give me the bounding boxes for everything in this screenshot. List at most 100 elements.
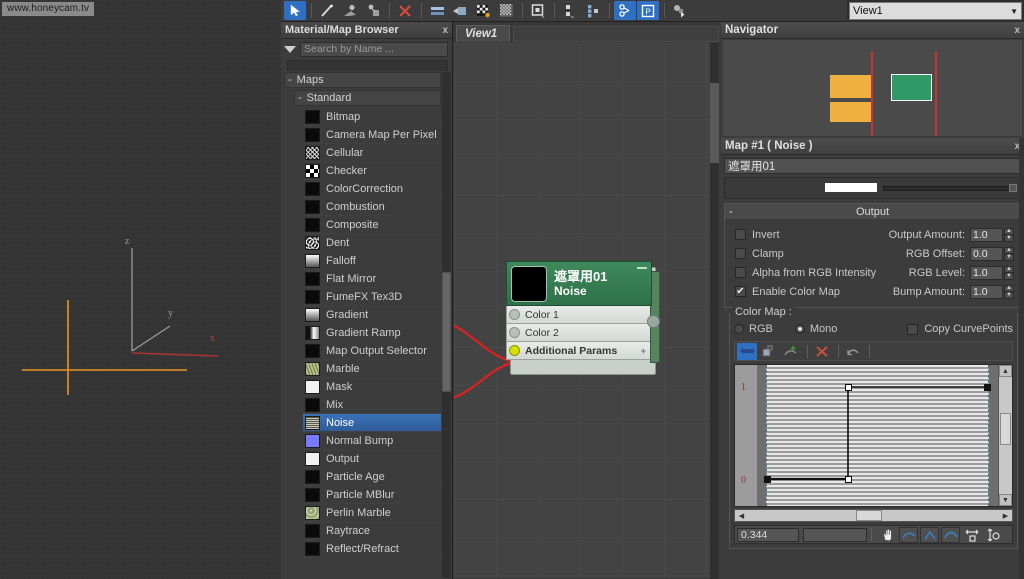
group-toggle-icon[interactable]: - (298, 92, 302, 104)
zoom-region-tool-button[interactable] (899, 526, 918, 543)
delete-wire-tool-button[interactable] (339, 1, 361, 20)
map-list-item[interactable]: Perlin Marble (303, 504, 441, 522)
rgb-level-input[interactable]: 1.0 (970, 265, 1003, 280)
lay-out-children-button[interactable] (559, 1, 581, 20)
navigator-minimap[interactable] (723, 40, 1022, 136)
map-list-item[interactable]: Reflect/Refract (303, 540, 441, 558)
map-list-item[interactable]: Camera Map Per Pixel (303, 126, 441, 144)
output-amount-input[interactable]: 1.0 (970, 227, 1003, 242)
curve-hscroll-thumb[interactable] (856, 510, 882, 521)
scroll-up-icon[interactable]: ▲ (999, 365, 1012, 377)
pan-curve-tool-button[interactable] (878, 527, 897, 543)
zoom-vertical-tool-button[interactable] (983, 527, 1002, 543)
zoom-extents-tool-button[interactable] (941, 526, 960, 543)
curve-value-input[interactable]: 0.344 (737, 527, 799, 542)
map-slider-white-bar[interactable] (825, 183, 877, 192)
close-icon[interactable]: x (1014, 25, 1020, 36)
tab-bar-empty-area[interactable] (513, 26, 719, 42)
invert-checkbox[interactable] (735, 229, 746, 240)
map-list-item[interactable]: Checker (303, 162, 441, 180)
show-in-viewport-button[interactable] (472, 1, 494, 20)
curve-vscroll-thumb[interactable] (1000, 413, 1011, 445)
bump-amount-stepper[interactable]: ▲ ▼ (1004, 284, 1014, 299)
assign-material-button[interactable] (449, 1, 471, 20)
right-panel-scrollbar[interactable] (1019, 138, 1024, 579)
rgb-radio[interactable] (734, 324, 744, 334)
map-slider-area[interactable] (724, 177, 1021, 199)
rgb-offset-stepper[interactable]: ▲ ▼ (1004, 246, 1014, 261)
rgb-offset-input[interactable]: 0.0 (970, 246, 1003, 261)
map-list-item[interactable]: Composite (303, 216, 441, 234)
map-list-item[interactable]: ColorCorrection (303, 180, 441, 198)
search-input[interactable]: Search by Name ... (300, 42, 448, 57)
show-map-background-button[interactable] (495, 1, 517, 20)
map-list-item[interactable]: Cellular (303, 144, 441, 162)
curve-point-1[interactable] (845, 476, 852, 483)
map-list-item[interactable]: Gradient Ramp (303, 324, 441, 342)
alpha-from-rgb-checkbox[interactable] (735, 267, 746, 278)
socket-dot-icon[interactable] (509, 345, 520, 356)
zoom-horizontal-tool-button[interactable] (962, 527, 981, 543)
curve-point-0[interactable] (764, 476, 771, 483)
socket-dot-icon[interactable] (509, 309, 520, 320)
show-parameters-button[interactable]: P (637, 1, 659, 20)
reset-curve-tool-button[interactable] (843, 343, 863, 360)
map-list-item[interactable]: Output (303, 450, 441, 468)
map-list-item[interactable]: Normal Bump (303, 432, 441, 450)
show-shaded-preview-button[interactable] (527, 1, 549, 20)
copy-curve-points-checkbox[interactable] (907, 323, 919, 335)
browser-scrollbar[interactable] (442, 72, 451, 578)
scale-point-tool-button[interactable] (759, 343, 779, 360)
wire-tool-button[interactable] (316, 1, 338, 20)
delete-selected-button[interactable] (394, 1, 416, 20)
node-canvas[interactable]: 遮罩用01 Noise Color 1 Color 2 Additional P… (454, 43, 710, 578)
map-list[interactable]: - Maps - Standard Bitmap Camera Map Per Pixel… (284, 72, 441, 578)
map-slider-knob[interactable] (1009, 184, 1017, 192)
show-grid-button[interactable] (614, 1, 636, 20)
map-list-item[interactable]: Raytrace (303, 522, 441, 540)
material-picker-button[interactable] (669, 1, 691, 20)
node-socket-additional-params[interactable]: Additional Params + (506, 342, 652, 360)
tab-view1[interactable]: View1 (456, 25, 511, 42)
map-list-item[interactable]: Combustion (303, 198, 441, 216)
socket-dot-icon[interactable] (509, 327, 520, 338)
output-rollout-header[interactable]: - Output (725, 204, 1020, 219)
map-name-input[interactable]: 遮罩用01 (724, 158, 1021, 174)
lay-out-all-button[interactable] (582, 1, 604, 20)
close-icon[interactable]: x (442, 25, 448, 36)
map-list-item[interactable]: Marble (303, 360, 441, 378)
browser-scroll-thumb[interactable] (442, 272, 451, 392)
map-list-item[interactable]: Bitmap (303, 108, 441, 126)
map-group-maps[interactable]: - Maps (284, 72, 441, 88)
move-point-tool-button[interactable] (737, 342, 757, 360)
delete-point-tool-button[interactable] (812, 343, 832, 360)
select-tool-button[interactable] (284, 1, 306, 20)
curve-secondary-input[interactable] (803, 527, 867, 542)
nodeview-scroll-thumb[interactable] (710, 83, 719, 163)
color-map-curve-editor[interactable]: 1 0 ▲ ▼ (734, 364, 1013, 507)
map-list-item[interactable]: Gradient (303, 306, 441, 324)
curve-plot-area[interactable] (757, 365, 998, 506)
curve-plot-inner[interactable] (764, 365, 991, 506)
output-amount-stepper[interactable]: ▲ ▼ (1004, 227, 1014, 242)
zoom-curve-tool-button[interactable] (920, 526, 939, 543)
map-list-item[interactable]: Noise (303, 414, 441, 432)
node-socket-color1[interactable]: Color 1 (506, 306, 652, 324)
add-point-tool-button[interactable] (781, 343, 801, 360)
noise-map-node[interactable]: 遮罩用01 Noise Color 1 Color 2 Additional P… (506, 261, 660, 363)
scroll-right-icon[interactable]: ▶ (999, 510, 1012, 521)
scroll-down-icon[interactable]: ▼ (999, 494, 1012, 506)
curve-point-3[interactable] (984, 384, 991, 391)
map-list-item[interactable]: Mix (303, 396, 441, 414)
map-list-item[interactable]: Particle Age (303, 468, 441, 486)
viewport-3d[interactable]: www.honeycam.tv z y x (0, 0, 281, 579)
curve-point-2[interactable] (845, 384, 852, 391)
clamp-checkbox[interactable] (735, 248, 746, 259)
node-header[interactable]: 遮罩用01 Noise (506, 261, 652, 306)
scroll-left-icon[interactable]: ◀ (735, 510, 748, 521)
curve-horizontal-scrollbar[interactable]: ◀ ▶ (734, 509, 1013, 522)
map-list-item[interactable]: Mask (303, 378, 441, 396)
group-toggle-icon[interactable]: - (288, 74, 292, 86)
map-list-item[interactable]: Flat Mirror (303, 270, 441, 288)
node-minimize-icon[interactable] (637, 267, 647, 269)
